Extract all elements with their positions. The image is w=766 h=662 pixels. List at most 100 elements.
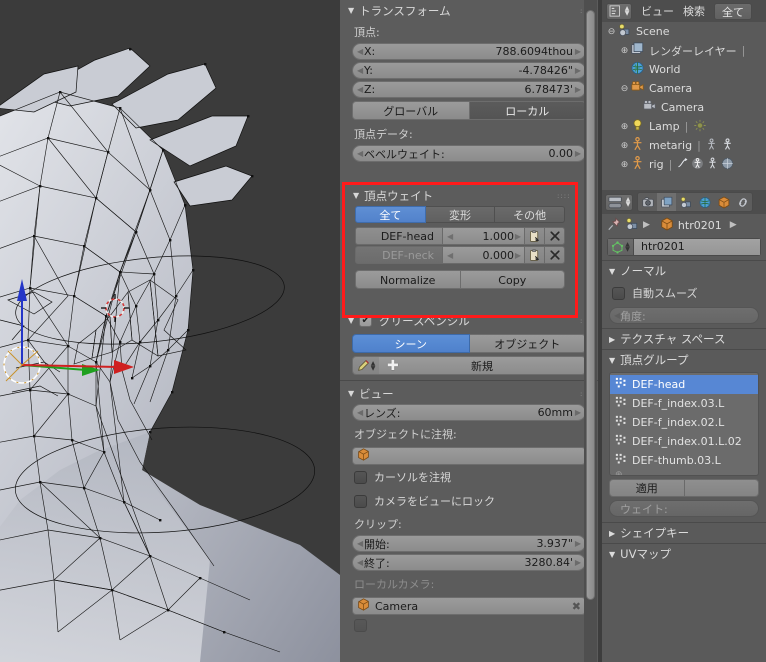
field-lock-object[interactable]: [352, 447, 586, 465]
lock-camera-checkbox[interactable]: [354, 494, 367, 508]
npanel-scrollbar-thumb[interactable]: [586, 10, 595, 600]
properties-display-mode-icon[interactable]: ▲ ▼: [605, 193, 633, 211]
tab-world[interactable]: [695, 193, 714, 211]
grease-pencil-source-toggle[interactable]: シーン オブジェクト: [352, 334, 586, 353]
delete-weight-button[interactable]: [545, 227, 565, 245]
copy-to-selected-button[interactable]: [525, 246, 545, 264]
apply-button[interactable]: 適用: [609, 479, 685, 497]
copy-to-selected-button[interactable]: [525, 227, 545, 245]
row-auto-smooth[interactable]: 自動スムーズ: [602, 281, 766, 305]
increment-arrow-icon[interactable]: ▶: [575, 405, 581, 420]
decrement-arrow-icon[interactable]: ◀: [357, 63, 363, 78]
panel-header-uv-maps[interactable]: ▼ UVマップ: [602, 544, 766, 564]
datablock-name-field[interactable]: ▲ ▼ htr0201: [607, 238, 761, 256]
weight-row[interactable]: DEF-neck ◀ 0.000 ▶: [355, 246, 565, 264]
panel-header-view[interactable]: ▼ ビュー ::::: [340, 383, 598, 404]
tab-constraints[interactable]: [733, 193, 752, 211]
add-vertex-group-icon[interactable]: ⊕: [610, 470, 758, 475]
apply-secondary-button[interactable]: [684, 479, 759, 497]
tab-all[interactable]: 全て: [355, 206, 426, 223]
decrement-arrow-icon[interactable]: ◀: [357, 44, 363, 59]
vertex-group-item[interactable]: DEF-thumb.03.L: [610, 451, 758, 470]
vertex-group-item[interactable]: DEF-f_index.02.L: [610, 413, 758, 432]
outliner-editor[interactable]: ▲ ▼ ビュー 検索 全て ⊖ Scene ⊕ レンダーレイヤー | World…: [602, 0, 766, 190]
tab-render[interactable]: [638, 193, 657, 211]
vertex-group-actions[interactable]: 適用: [609, 479, 759, 497]
row-lock-cursor[interactable]: カーソルを注視: [352, 465, 586, 489]
increment-arrow-icon[interactable]: ▶: [575, 44, 581, 59]
panel-header-vertex-weights[interactable]: ▼ 頂点ウェイト ::::: [345, 185, 575, 206]
tab-object[interactable]: [714, 193, 733, 211]
increment-arrow-icon[interactable]: ▶: [575, 146, 581, 161]
outliner-menu-view[interactable]: ビュー: [641, 3, 674, 19]
decrement-arrow-icon[interactable]: ◀: [357, 146, 363, 161]
lamp-data-icon[interactable]: [693, 119, 707, 135]
field-lens[interactable]: ◀ レンズ: 60mm ▶: [352, 404, 586, 421]
breadcrumb-scene-icon[interactable]: [625, 217, 639, 234]
panel-header-texture-space[interactable]: ▶ テクスチャ スペース: [602, 329, 766, 349]
increment-arrow-icon[interactable]: ▶: [575, 63, 581, 78]
outliner-menu-search[interactable]: 検索: [683, 3, 705, 19]
field-clip-start[interactable]: ◀ 開始: 3.937" ▶: [352, 535, 586, 552]
increment-arrow-icon[interactable]: ▶: [575, 555, 581, 570]
tab-scene[interactable]: [676, 193, 695, 211]
row-render-border[interactable]: [352, 615, 586, 636]
auto-smooth-checkbox[interactable]: [612, 286, 625, 300]
field-angle[interactable]: ◀ 角度:: [609, 307, 759, 324]
mesh-data-icon[interactable]: ▲ ▼: [608, 239, 634, 255]
plus-icon[interactable]: ✚: [387, 358, 399, 374]
3d-viewport[interactable]: [0, 0, 340, 662]
button-scene[interactable]: シーン: [352, 334, 470, 353]
outliner-display-mode-icon[interactable]: ▲ ▼: [606, 2, 632, 20]
row-lock-camera[interactable]: カメラをビューにロック: [352, 489, 586, 513]
datablock-name-value[interactable]: htr0201: [634, 239, 760, 255]
collapse-icon[interactable]: ⊖: [619, 84, 630, 94]
render-border-checkbox[interactable]: [354, 619, 367, 632]
vertex-weights-tabs[interactable]: 全て 変形 その他: [355, 206, 566, 223]
tab-render-layers[interactable]: [657, 193, 676, 211]
button-global[interactable]: グローバル: [352, 101, 470, 120]
clear-local-camera-icon[interactable]: ✖: [572, 600, 581, 613]
transform-space-toggle[interactable]: グローバル ローカル: [352, 101, 586, 120]
outliner-filter-all[interactable]: 全て: [714, 2, 752, 20]
panel-header-transform[interactable]: ▼ トランスフォーム ::::: [340, 0, 598, 21]
properties-editor[interactable]: ▲ ▼ ▶ htr0201 ▶ ▲ ▼ htr0201 ▼ ノーマル 自動スムー…: [602, 190, 766, 662]
decrement-arrow-icon[interactable]: ◀: [357, 405, 363, 420]
outliner-row-camera-data[interactable]: Camera: [602, 98, 766, 117]
pose-icon[interactable]: [691, 157, 704, 173]
properties-breadcrumb[interactable]: ▶ htr0201 ▶: [602, 214, 766, 236]
decrement-arrow-icon[interactable]: ◀: [357, 536, 363, 551]
outliner-row-rig[interactable]: ⊕ rig |: [602, 155, 766, 174]
weight-group-name[interactable]: DEF-head: [355, 227, 443, 245]
expand-icon[interactable]: ⊕: [619, 46, 630, 56]
panel-header-normals[interactable]: ▼ ノーマル: [602, 261, 766, 281]
vertex-group-item[interactable]: DEF-f_index.03.L: [610, 394, 758, 413]
panel-header-vertex-groups[interactable]: ▼ 頂点グループ: [602, 350, 766, 370]
pin-icon[interactable]: [607, 216, 621, 234]
lock-cursor-checkbox[interactable]: [354, 470, 367, 484]
armature-data-icon[interactable]: [706, 157, 719, 173]
field-bevel-weight[interactable]: ◀ ベベルウェイト: 0.00 ▶: [352, 145, 586, 162]
panel-header-shape-keys[interactable]: ▶ シェイプキー: [602, 523, 766, 543]
normalize-button[interactable]: Normalize: [355, 270, 461, 289]
outliner-row-world[interactable]: World: [602, 60, 766, 79]
button-local[interactable]: ローカル: [469, 101, 586, 120]
vertex-group-item[interactable]: DEF-f_index.01.L.02: [610, 432, 758, 451]
properties-header[interactable]: ▲ ▼: [602, 190, 766, 214]
outliner-row-camera-object[interactable]: ⊖ Camera: [602, 79, 766, 98]
weight-group-name[interactable]: DEF-neck: [355, 246, 443, 264]
outliner-row-lamp[interactable]: ⊕ Lamp |: [602, 117, 766, 136]
properties-tab-icons[interactable]: [637, 192, 753, 212]
field-clip-end[interactable]: ◀ 終了: 3280.84' ▶: [352, 554, 586, 571]
increment-arrow-icon[interactable]: ▶: [515, 247, 521, 263]
field-vertex-z[interactable]: ◀ Z: 6.78473' ▶: [352, 81, 586, 98]
outliner-header[interactable]: ▲ ▼ ビュー 検索 全て: [602, 0, 766, 22]
animation-icon[interactable]: [676, 157, 689, 173]
weight-value-slider[interactable]: ◀ 0.000 ▶: [443, 246, 525, 264]
decrement-arrow-icon[interactable]: ◀: [447, 247, 453, 263]
copy-button[interactable]: Copy: [460, 270, 565, 289]
increment-arrow-icon[interactable]: ▶: [575, 82, 581, 97]
decrement-arrow-icon[interactable]: ◀: [357, 82, 363, 97]
outliner-row-scene[interactable]: ⊖ Scene: [602, 22, 766, 41]
weight-row[interactable]: DEF-head ◀ 1.000 ▶: [355, 227, 565, 245]
